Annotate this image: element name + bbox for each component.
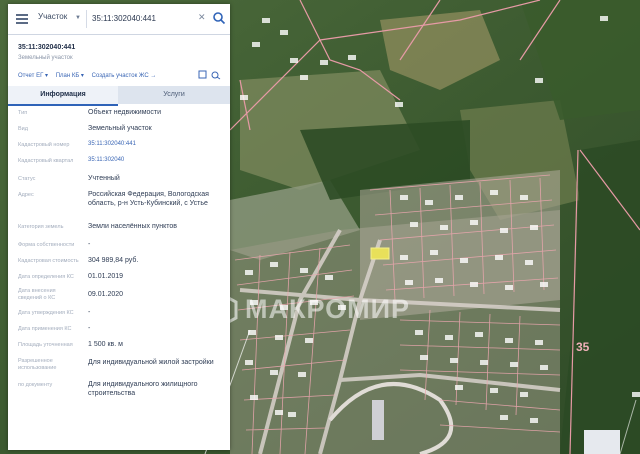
detail-value: - bbox=[88, 309, 91, 316]
toolbar-icons bbox=[198, 70, 221, 80]
detail-value: Объект недвижимости bbox=[88, 109, 162, 116]
detail-label: Статус bbox=[18, 176, 36, 182]
search-type-select[interactable]: Участок bbox=[38, 12, 67, 21]
area-number-label: 35 bbox=[576, 340, 590, 354]
details-list: Тип Объект недвижимости Вид Земельный учас… bbox=[8, 108, 230, 402]
detail-label: Форма собственности bbox=[18, 242, 75, 248]
action-links: Отчет ЕГ ▾ План КБ ▾ Создать участок ЖС … bbox=[18, 72, 166, 79]
detail-label: Тип bbox=[18, 110, 28, 116]
link-report[interactable]: Отчет ЕГ ▾ bbox=[18, 73, 48, 79]
detail-label: Категория земель bbox=[18, 224, 64, 230]
detail-label: Разрешенное использование bbox=[18, 358, 57, 371]
search-bar: Участок ▼ ✕ bbox=[8, 4, 230, 35]
detail-label: Дата внесения сведений о КС bbox=[18, 288, 56, 301]
zoom-icon[interactable] bbox=[211, 71, 221, 80]
detail-value: 1 500 кв. м bbox=[88, 341, 123, 348]
detail-label: по документу bbox=[18, 382, 53, 388]
detail-value: - bbox=[88, 325, 91, 332]
detail-value: - bbox=[88, 241, 91, 248]
detail-label: Адрес bbox=[18, 192, 34, 198]
detail-value: Для индивидуальной жилой застройки bbox=[88, 359, 214, 366]
detail-label: Кадастровая стоимость bbox=[18, 258, 79, 264]
detail-value: 09.01.2020 bbox=[88, 291, 124, 298]
divider bbox=[86, 10, 87, 28]
detail-value: Российская Федерация, Вологодская област… bbox=[88, 191, 209, 207]
tab-information[interactable]: Информация bbox=[8, 86, 118, 106]
info-panel: Участок ▼ ✕ 35:11:302040:441 Земельный у… bbox=[8, 4, 230, 450]
detail-value-link[interactable]: 35:11:302040:441 bbox=[88, 140, 226, 149]
chevron-down-icon[interactable]: ▼ bbox=[75, 15, 81, 21]
detail-value: Земли населённых пунктов bbox=[88, 223, 178, 230]
object-number: 35:11:302040:441 bbox=[18, 44, 76, 51]
detail-label: Дата определения КС bbox=[18, 274, 74, 280]
search-input[interactable] bbox=[92, 11, 192, 25]
share-icon[interactable] bbox=[198, 70, 207, 79]
detail-value: Учтенный bbox=[88, 175, 120, 182]
detail-value: Земельный участок bbox=[88, 125, 152, 132]
link-plan[interactable]: План КБ ▾ bbox=[56, 73, 84, 79]
close-icon[interactable]: ✕ bbox=[198, 12, 206, 23]
watermark-text: МАКРОМИР bbox=[245, 294, 411, 324]
detail-label: Площадь уточненная bbox=[18, 342, 73, 348]
detail-value: Для индивидуального жилищного строительс… bbox=[88, 381, 198, 397]
detail-label: Дата применения КС bbox=[18, 326, 72, 332]
tab-services[interactable]: Услуги bbox=[118, 86, 230, 104]
detail-label: Кадастровый номер bbox=[18, 142, 70, 148]
tab-bar: Информация Услуги bbox=[8, 86, 230, 106]
search-icon[interactable] bbox=[212, 11, 226, 25]
menu-icon[interactable] bbox=[16, 14, 28, 24]
detail-label: Вид bbox=[18, 126, 28, 132]
detail-value-link[interactable]: 35:11:302040 bbox=[88, 156, 226, 165]
detail-label: Кадастровый квартал bbox=[18, 158, 74, 164]
detail-value: 304 989,84 руб. bbox=[88, 257, 139, 264]
detail-value: 01.01.2019 bbox=[88, 273, 124, 280]
object-subtitle: Земельный участок bbox=[18, 55, 73, 61]
link-create-parcel[interactable]: Создать участок ЖС → bbox=[92, 73, 157, 79]
detail-label: Дата утверждения КС bbox=[18, 310, 74, 316]
